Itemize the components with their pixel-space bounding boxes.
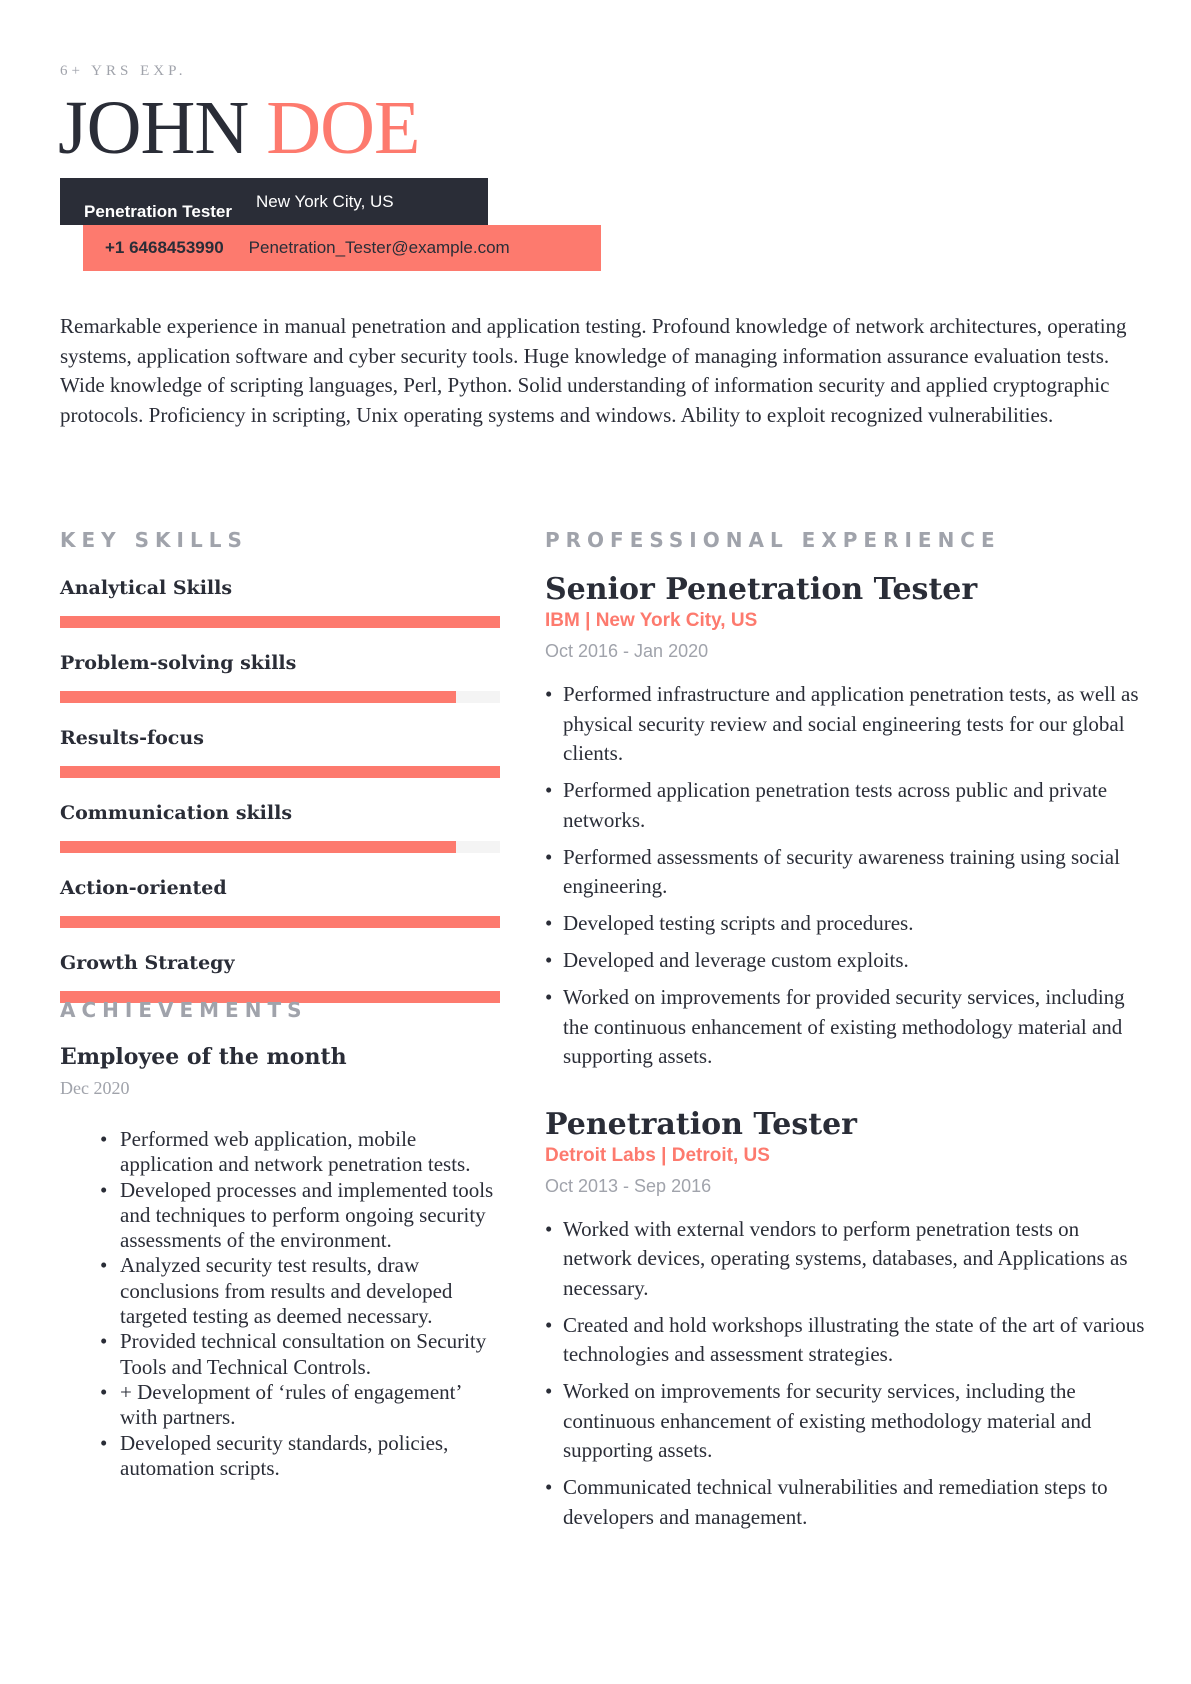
section-title-experience: PROFESSIONAL EXPERIENCE	[545, 528, 1001, 552]
achievements-section: ACHIEVEMENTS Employee of the month Dec 20…	[60, 998, 500, 1481]
first-name: JOHN	[58, 86, 249, 170]
section-title-skills: KEY SKILLS	[60, 528, 248, 552]
job-bullet: Worked on improvements for provided secu…	[545, 983, 1145, 1072]
skill-name: Action-oriented	[60, 877, 227, 899]
achievement-bullets: Performed web application, mobile applic…	[60, 1127, 500, 1481]
title-bar: Penetration Tester New York City, US	[60, 178, 488, 225]
skill-name: Communication skills	[60, 802, 293, 824]
job-title: Senior Penetration Tester	[545, 572, 978, 607]
job-title: Penetration Tester	[545, 1106, 857, 1142]
achievement-bullet: Developed processes and implemented tool…	[100, 1178, 500, 1254]
section-title-achievements: ACHIEVEMENTS	[60, 998, 308, 1022]
skill-item: Action-oriented	[60, 876, 500, 928]
skill-name: Problem-solving skills	[60, 652, 297, 674]
skill-item: Results-focus	[60, 726, 500, 778]
job-bullet: Worked on improvements for security serv…	[545, 1377, 1145, 1466]
job-bullet: Worked with external vendors to perform …	[545, 1215, 1145, 1304]
experience-tag: 6+ YRS EXP.	[60, 63, 187, 79]
jobs-list: Senior Penetration Tester IBM | New York …	[545, 572, 1145, 1532]
achievement-bullet: Provided technical consultation on Secur…	[100, 1329, 500, 1380]
skill-bar-fill	[60, 691, 456, 703]
job-entry: Penetration Tester Detroit Labs | Detroit…	[545, 1107, 1145, 1533]
skill-bar-track	[60, 841, 500, 853]
experience-section: PROFESSIONAL EXPERIENCE Senior Penetrati…	[545, 528, 1145, 1540]
job-dates: Oct 2016 - Jan 2020	[545, 641, 709, 661]
achievement-bullet: Analyzed security test results, draw con…	[100, 1253, 500, 1329]
job-bullet: Communicated technical vulnerabilities a…	[545, 1473, 1145, 1532]
job-bullet: Performed application penetration tests …	[545, 776, 1145, 835]
skill-item: Growth Strategy	[60, 951, 500, 1003]
achievements-list: Employee of the month Dec 2020 Performed w…	[60, 1044, 500, 1481]
achievement-date: Dec 2020	[60, 1078, 130, 1098]
achievement-bullet: Performed web application, mobile applic…	[100, 1127, 500, 1178]
job-bullets: Worked with external vendors to perform …	[545, 1215, 1145, 1533]
job-bullet: Developed and leverage custom exploits.	[545, 946, 1145, 976]
last-name: DOE	[266, 86, 420, 170]
achievement-title: Employee of the month	[60, 1044, 347, 1070]
skill-item: Problem-solving skills	[60, 651, 500, 703]
achievement-bullet: + Development of ‘rules of engagement’ w…	[100, 1380, 500, 1431]
achievement-bullet: Developed security standards, policies, …	[100, 1431, 500, 1482]
job-entry: Senior Penetration Tester IBM | New York …	[545, 572, 1145, 1072]
skill-bar-fill	[60, 616, 500, 628]
candidate-name: JOHN DOE	[58, 90, 420, 166]
job-title: Penetration Tester	[84, 201, 233, 221]
skill-bar-track	[60, 691, 500, 703]
job-bullet: Created and hold workshops illustrating …	[545, 1311, 1145, 1370]
phone-link[interactable]: +1 6468453990	[105, 238, 224, 258]
skill-bar-track	[60, 766, 500, 778]
location: New York City, US	[256, 191, 394, 211]
job-company: Detroit Labs | Detroit, US	[545, 1144, 770, 1166]
skill-item: Communication skills	[60, 801, 500, 853]
job-bullets: Performed infrastructure and application…	[545, 680, 1145, 1072]
skill-bar-fill	[60, 841, 456, 853]
skill-name: Analytical Skills	[60, 577, 233, 599]
email-link[interactable]: Penetration_Tester@example.com	[249, 238, 510, 258]
job-dates: Oct 2013 - Sep 2016	[545, 1175, 712, 1196]
skill-name: Growth Strategy	[60, 952, 235, 974]
skills-list: Analytical Skills Problem-solving skills R…	[60, 576, 500, 1003]
skills-section: KEY SKILLS Analytical Skills Problem-solv…	[60, 528, 500, 1003]
job-bullet: Performed infrastructure and application…	[545, 680, 1145, 769]
job-bullet: Developed testing scripts and procedures…	[545, 909, 1145, 939]
skill-name: Results-focus	[60, 727, 204, 749]
job-company: IBM | New York City, US	[545, 610, 758, 631]
skill-bar-fill	[60, 766, 500, 778]
skill-bar-track	[60, 916, 500, 928]
contact-bar: +1 6468453990 Penetration_Tester@example…	[83, 225, 601, 271]
skill-bar-fill	[60, 916, 500, 928]
skill-item: Analytical Skills	[60, 576, 500, 628]
summary: Remarkable experience in manual penetrat…	[60, 314, 1127, 427]
job-bullet: Performed assessments of security awaren…	[545, 843, 1145, 902]
skill-bar-track	[60, 616, 500, 628]
